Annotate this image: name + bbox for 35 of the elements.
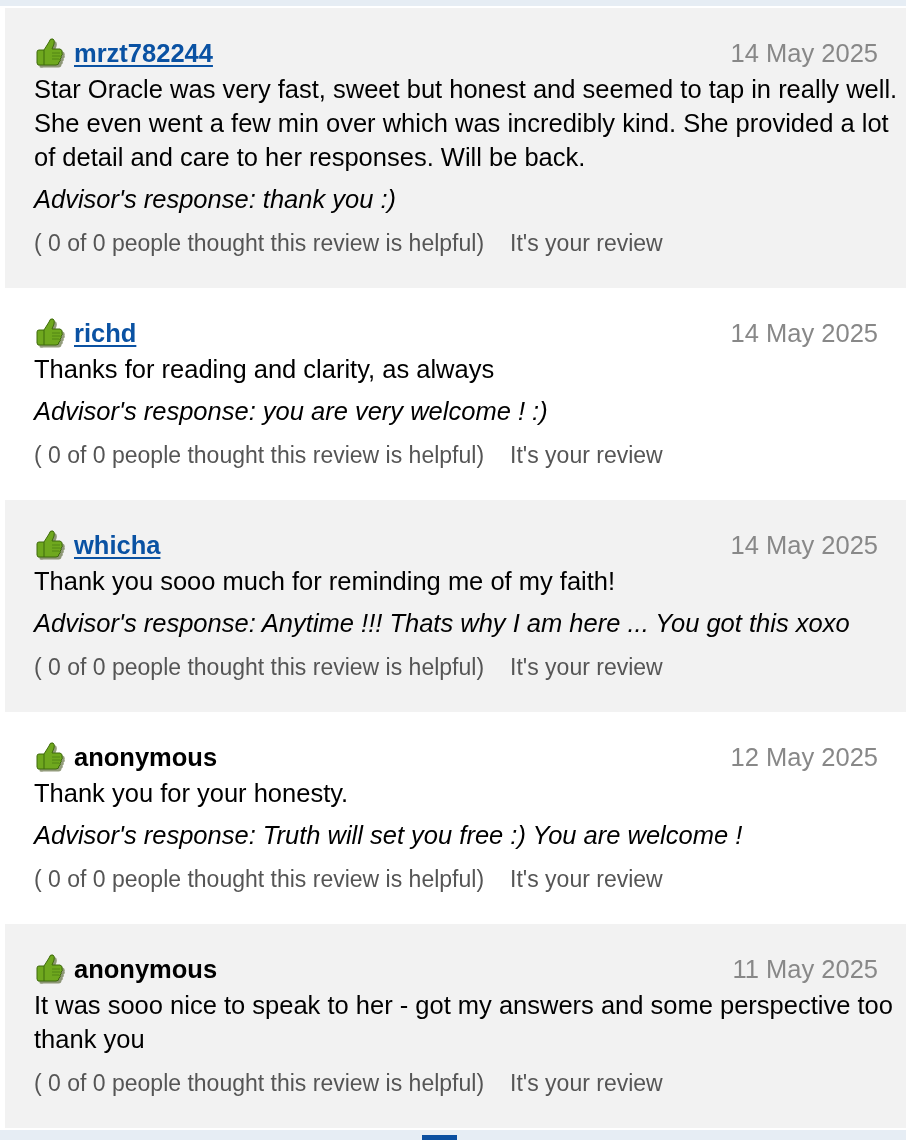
review-date: 14 May 2025: [730, 318, 878, 348]
thumbs-up-icon: [34, 741, 65, 773]
pagination-marker[interactable]: [422, 1135, 457, 1140]
helpful-count: ( 0 of 0 people thought this review is helpful): [34, 653, 485, 681]
thumbs-up-icon: [34, 317, 65, 349]
thumbs-up-icon: [34, 953, 65, 985]
review-date: 12 May 2025: [730, 742, 878, 772]
helpful-count: ( 0 of 0 people thought this review is helpful): [34, 229, 485, 257]
advisor-response: Advisor's response: thank you :): [34, 184, 398, 215]
advisor-response: Advisor's response: you are very welcome ! :): [34, 396, 549, 427]
own-review-note: It's your review: [510, 229, 663, 257]
helpful-count: ( 0 of 0 people thought this review is helpful): [34, 1069, 485, 1097]
review-date: 14 May 2025: [730, 530, 878, 560]
author-link[interactable]: mrzt782244: [74, 38, 213, 68]
review-text: Thank you sooo much for reminding me of my faith!: [34, 566, 617, 597]
helpful-count: ( 0 of 0 people thought this review is helpful): [34, 441, 485, 469]
advisor-response: Advisor's response: Anytime !!! Thats why I am here ... You got this xoxo: [34, 608, 851, 639]
thumbs-up-icon: [34, 37, 65, 69]
own-review-note: It's your review: [510, 865, 663, 893]
own-review-note: It's your review: [510, 653, 663, 681]
review-text: Thank you for your honesty.: [34, 778, 350, 809]
review-date: 11 May 2025: [732, 954, 878, 984]
author-name: anonymous: [74, 954, 218, 984]
author-link[interactable]: whicha: [74, 530, 161, 560]
author-name: anonymous: [74, 742, 218, 772]
thumbs-up-icon: [34, 529, 65, 561]
author-link[interactable]: richd: [74, 318, 137, 348]
advisor-response: Advisor's response: Truth will set you free :) You are welcome !: [34, 820, 744, 851]
helpful-count: ( 0 of 0 people thought this review is helpful): [34, 865, 485, 893]
own-review-note: It's your review: [510, 441, 663, 469]
review-text: Star Oracle was very fast, sweet but honest and seemed to tap in really well. She even went a few min over which was incredibly kind. She provided a lot of detail and care to her responses. Will be back.: [34, 74, 899, 173]
review-date: 14 May 2025: [730, 38, 878, 68]
own-review-note: It's your review: [510, 1069, 663, 1097]
review-text: Thanks for reading and clarity, as always: [34, 354, 496, 385]
review-text: It was sooo nice to speak to her - got my answers and some perspective too thank you: [34, 990, 894, 1055]
